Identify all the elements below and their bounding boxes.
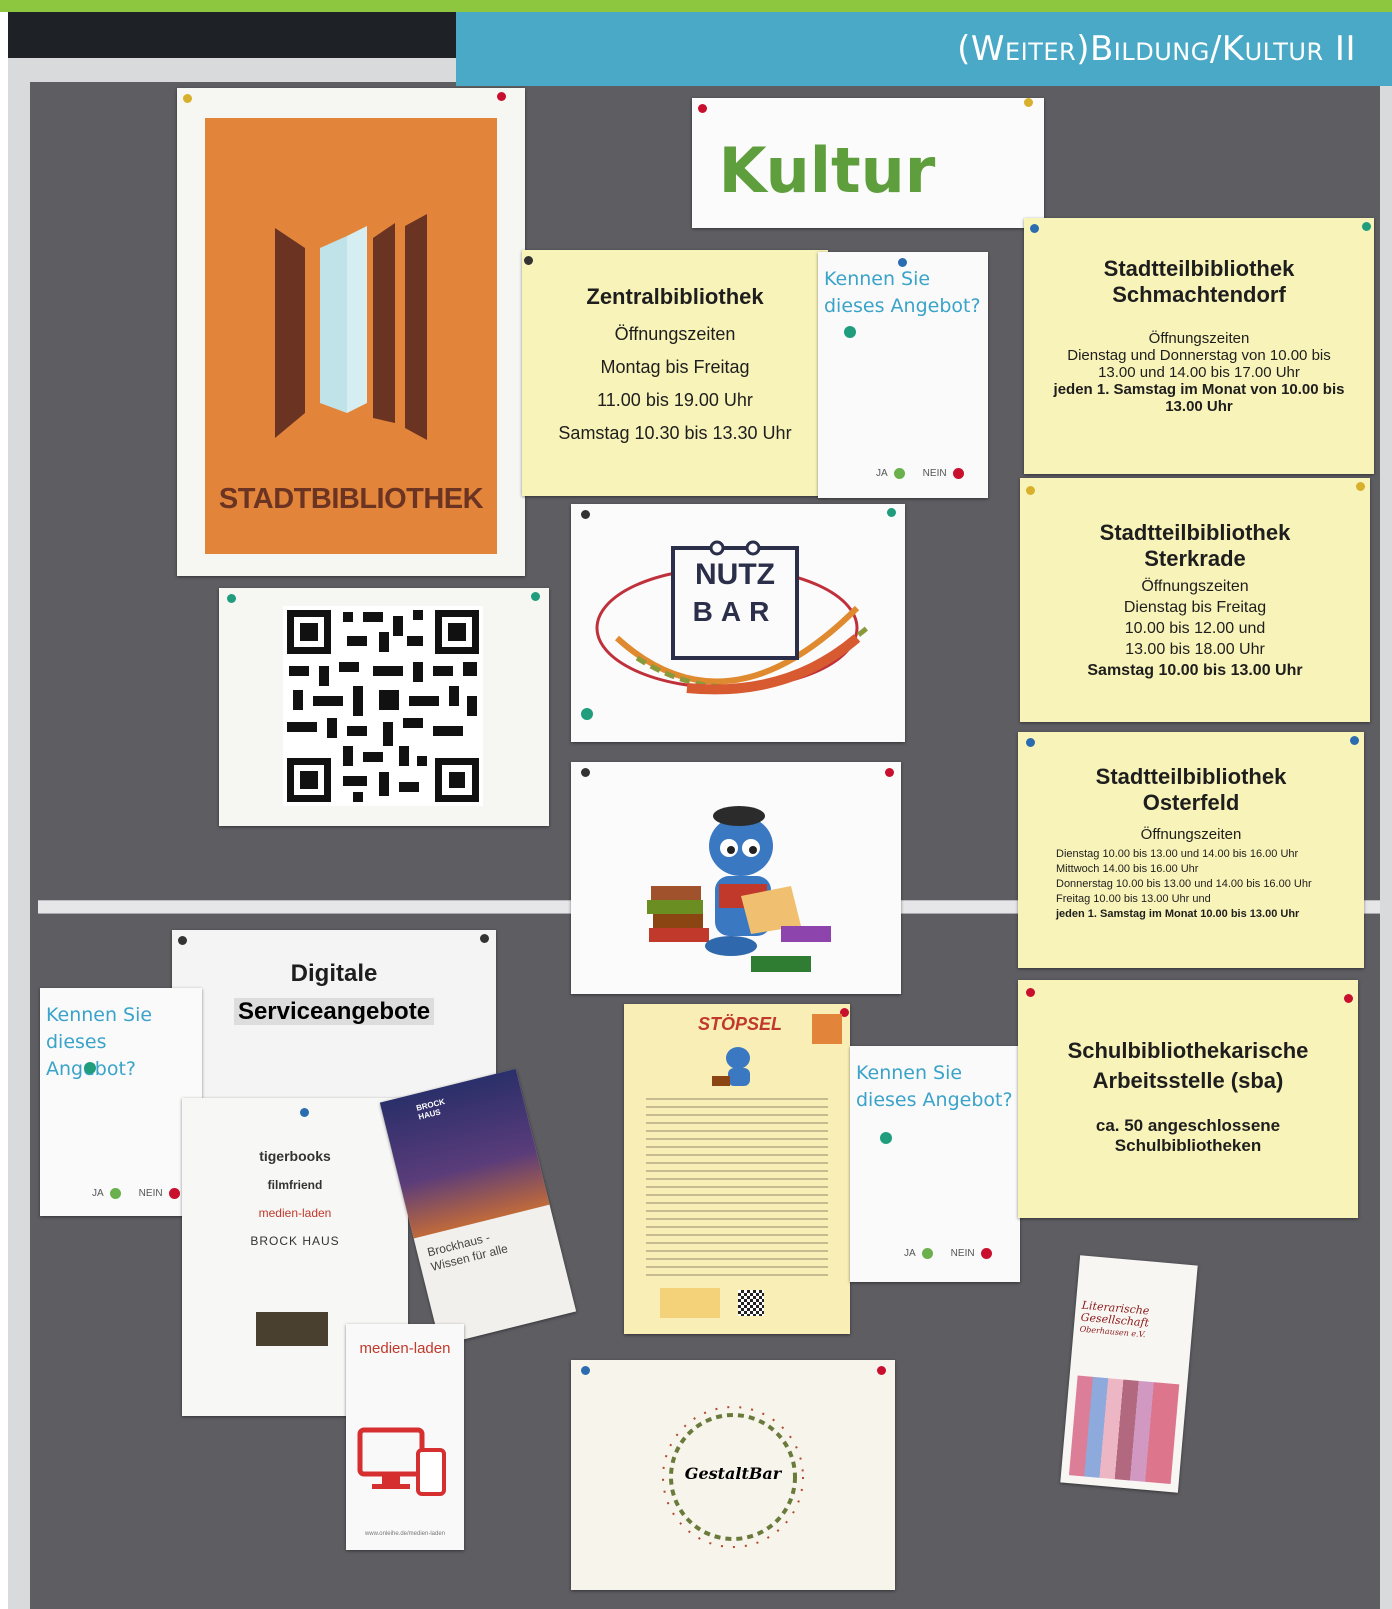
gestaltbar-label: GestaltBar [684,1464,782,1483]
no-dot-icon [980,1248,992,1259]
stoepsel-qr-icon [738,1290,764,1316]
digitale-serviceangebote-sign: Digitale Serviceangebote [172,930,496,1100]
stoepsel-note-box [660,1288,720,1318]
qr-code-card [219,588,549,826]
zentral-days: Montag bis Freitag [600,357,750,377]
osterfeld-line4: Freitag 10.00 bis 13.00 Uhr und [1056,893,1211,905]
stoepsel-library-logo [812,1014,842,1044]
medienladen-brand: medien-laden [359,1340,451,1357]
schmachtendorf-line1: Dienstag und Donnerstag von 10.00 bis [1067,347,1331,364]
nutzbar-line1: NUTZ [695,558,775,591]
header-band: (Weiter)Bildung/Kultur II [456,12,1392,86]
schmachtendorf-hours-sign: Stadtteilbibliothek Schmachtendorf Öffnu… [1024,218,1374,474]
schmachtendorf-line3: jeden 1. Samstag im Monat von 10.00 bis [1053,381,1345,398]
literarische-gesellschaft-flyer: Literarische Gesellschaft Oberhausen e.V… [1060,1255,1198,1493]
survey-question-line1: Kennen Sie [46,1004,153,1026]
no-dot-icon [952,468,964,479]
reading-mascot-icon [647,806,831,972]
stoepsel-title: STÖPSEL [698,1014,783,1034]
osterfeld-title-line1: Stadtteilbibliothek [1095,764,1287,789]
sterkrade-line2: 10.00 bis 12.00 und [1124,620,1266,637]
sba-line2: Schulbibliotheken [1114,1136,1262,1155]
digitale-title-line1: Digitale [290,960,378,987]
survey-card: Kennen Siedieses Angebot? JANEIN [40,988,202,1216]
tigerbooks-logo: tigerbooks [259,1148,331,1164]
survey-question-line1: Kennen Sie [856,1062,963,1084]
yes-dot-icon [921,1248,933,1259]
osterfeld-line1: Dienstag 10.00 bis 13.00 und 14.00 bis 1… [1056,848,1299,860]
stadtbibliothek-poster: STADTBIBLIOTHEK [177,88,525,576]
survey-no-label: NEIN [138,1188,163,1199]
schmachtendorf-line2: 13.00 und 14.00 bis 17.00 Uhr [1098,364,1300,381]
yes-dot-icon [893,468,905,479]
filmfriend-logo: filmfriend [267,1178,323,1192]
medien-laden-logo: medien-laden [258,1206,332,1220]
sterkrade-line4: Samstag 10.00 bis 13.00 Uhr [1087,662,1303,679]
sba-title-line1: Schulbibliothekarische [1067,1038,1309,1063]
schmachtendorf-line4: 13.00 Uhr [1165,398,1233,415]
survey-yes-label: JA [876,468,888,479]
survey-no-label: NEIN [950,1248,975,1259]
logo-thumbnail [256,1312,328,1346]
stoepsel-body-text [646,1098,828,1278]
zentral-hours-label: Öffnungszeiten [614,324,736,344]
osterfeld-hours-sign: Stadtteilbibliothek Osterfeld Öffnungsze… [1018,732,1364,968]
survey-card: Kennen Sie dieses Angebot? JA NEIN [850,1046,1020,1282]
kultur-title: Kultur [718,134,936,207]
sterkrade-line1: Dienstag bis Freitag [1123,599,1267,616]
stoepsel-flyer: STÖPSEL [624,1004,850,1334]
medienladen-url: www.onleihe.de/medien-laden [364,1531,446,1537]
sterkrade-title-line2: Sterkrade [1144,546,1246,571]
gestaltbar-sign: GestaltBar [571,1360,895,1590]
zentral-title: Zentralbibliothek [586,284,764,309]
sba-sign: Schulbibliothekarische Arbeitsstelle (sb… [1018,980,1358,1218]
qr-code-icon [283,606,483,806]
sba-line1: ca. 50 angeschlossene [1095,1116,1281,1135]
no-dot-icon [168,1188,180,1199]
zentralbibliothek-hours-sign: Zentralbibliothek Öffnungszeiten Montag … [522,250,828,496]
poster-orange-panel: STADTBIBLIOTHEK [205,118,497,554]
survey-yes-label: JA [904,1248,916,1259]
sterkrade-title-line1: Stadtteilbibliothek [1099,520,1291,545]
schmachtendorf-title-line2: Schmachtendorf [1112,282,1286,307]
survey-question-line2: dieses Angebot? [856,1089,1013,1111]
stoepsel-mascot-icon [712,1047,750,1086]
survey-question-line2: dieses Angebot? [824,295,981,317]
mascot-picture [571,762,901,994]
brockhaus-logo: BROCK HAUS [250,1234,340,1248]
medien-laden-flyer: medien-laden www.onleihe.de/medien-laden [346,1324,464,1550]
survey-no-label: NEIN [922,468,947,479]
yes-dot-icon [109,1188,121,1199]
osterfeld-line2: Mittwoch 14.00 bis 16.00 Uhr [1056,863,1199,875]
books-illustration [1068,1375,1180,1485]
survey-card: Kennen Sie dieses Angebot? JA NEIN [818,252,988,498]
osterfeld-line3: Donnerstag 10.00 bis 13.00 und 14.00 bis… [1056,878,1312,890]
brockhaus-flyer-brand: BROCK HAUS [415,1097,446,1122]
nutzbar-line2: BAR [692,596,778,627]
literarische-title: Literarische Gesellschaft Oberhausen e.V… [1079,1299,1186,1345]
zentral-saturday-hours: Samstag 10.30 bis 13.30 Uhr [558,423,792,443]
osterfeld-line5: jeden 1. Samstag im Monat 10.00 bis 13.0… [1056,908,1300,920]
sba-title-line2: Arbeitsstelle (sba) [1092,1068,1284,1093]
sterkrade-line3: 13.00 bis 18.00 Uhr [1125,641,1265,658]
schmachtendorf-title-line1: Stadtteilbibliothek [1103,256,1295,281]
osterfeld-hours-label: Öffnungszeiten [1140,826,1242,843]
kultur-sign: Kultur [692,98,1044,228]
header-title: (Weiter)Bildung/Kultur II [957,29,1356,69]
osterfeld-title-line2: Osterfeld [1142,790,1240,815]
nutzbar-sign: NUTZ BAR [571,504,905,742]
sterkrade-hours-label: Öffnungszeiten [1141,578,1249,595]
poster-label: STADTBIBLIOTHEK [218,483,484,515]
survey-question-line1: Kennen Sie [824,268,931,290]
zentral-weekday-hours: 11.00 bis 19.00 Uhr [597,390,753,410]
sterkrade-hours-sign: Stadtteilbibliothek Sterkrade Öffnungsze… [1020,478,1370,722]
digitale-title-line2: Serviceangebote [233,998,435,1025]
schmachtendorf-hours-label: Öffnungszeiten [1148,330,1250,347]
devices-icon [357,1427,446,1496]
survey-yes-label: JA [92,1188,104,1199]
top-accent-bar [0,0,1392,12]
library-logo-icon [275,214,427,440]
